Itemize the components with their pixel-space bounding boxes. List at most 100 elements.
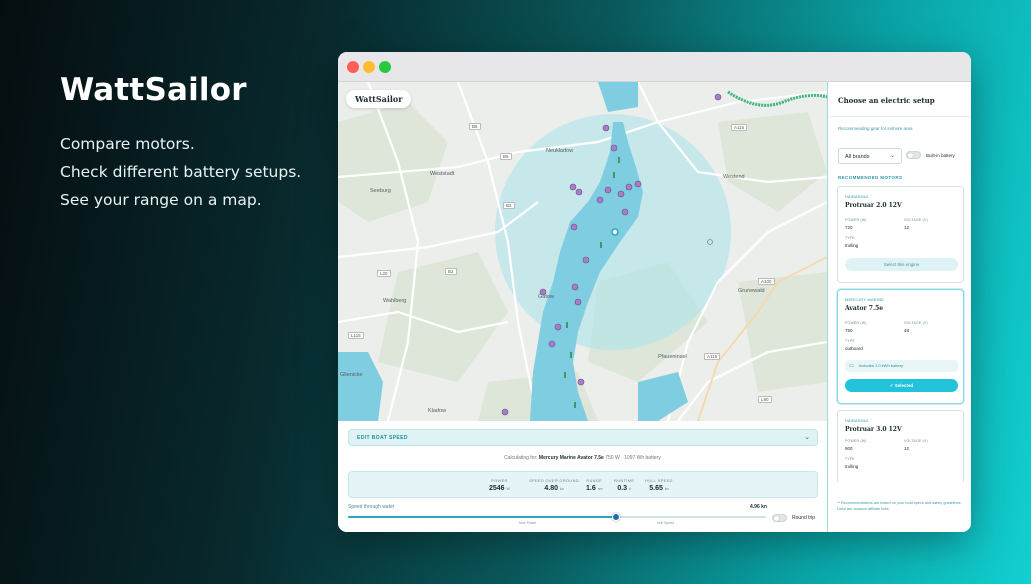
voltage-value: 12 [904,225,910,230]
power-value: 900 [845,446,853,451]
stat-value-wrap: 1.6 nm [586,485,603,492]
stat-range: RANGE 1.6 nm [586,478,603,492]
map-place-label: Pfaueninsel [658,354,687,360]
map-place-label: Neukladow [546,148,574,154]
voltage-label: VOLTAGE (V) [904,321,928,325]
stat-unit: nm [597,487,603,491]
map-place-label: Wahlberg [383,298,407,304]
map-place-label: Glienicke [340,372,363,378]
stat-value-wrap: 2546 W [489,485,510,492]
forest-area [338,102,448,222]
stat-hull-speed: HULL SPEED 5.65 kn [645,478,673,492]
recommended-motors-heading: RECOMMENDED MOTORS [838,175,903,180]
round-trip-label: Round trip [792,515,816,521]
stat-unit: W [506,487,510,491]
map-logo: WattSailor [346,90,412,108]
stat-label: POWER [491,478,508,483]
motor-name: Protruar 3.0 12V [845,426,902,433]
motor-name: Protruar 2.0 12V [845,202,902,209]
road-badge: B2 [445,268,457,275]
stat-value: 0.3 [617,485,628,492]
builtin-battery-label: Built-in battery [926,153,955,158]
speed-slider-handle[interactable] [611,513,620,521]
speed-slider-fill [348,516,616,518]
slider-tick-label: Max Power [519,521,537,525]
speed-controls: EDIT BOAT SPEED ⌄ Calculating for: Mercu… [338,421,827,532]
voltage-label: VOLTAGE (V) [904,439,928,443]
power-value: 720 [845,225,853,230]
motor-card-selected[interactable]: MERCURY MARINE Avator 7.5e POWER (W) VOL… [837,289,964,404]
start-point-marker[interactable] [611,228,619,236]
stat-unit: kn [559,487,564,491]
type-value: trolling [845,243,859,248]
promo-section: WattSailor Compare motors. Check differe… [60,72,330,214]
speed-through-water-label: Speed through water [348,504,395,510]
edit-boat-speed-toggle[interactable]: EDIT BOAT SPEED ⌄ [348,429,818,446]
promo-line-1: Compare motors. [60,135,195,153]
power-value: 750 [845,328,853,333]
power-label: POWER (W) [845,321,867,325]
stat-label: HULL SPEED [645,478,673,483]
motor-card[interactable]: HAIBARING Protruar 2.0 12V POWER (W) VOL… [837,186,964,283]
type-label: TYPE [845,457,855,461]
road-badge: L90 [758,396,772,403]
map-place-label: Seeburg [370,188,391,194]
select-engine-button[interactable]: Select this engine [845,258,958,271]
calc-model: Mercury Marine Avator 7.5e [538,455,604,461]
stat-label: RANGE [586,478,603,483]
round-trip-toggle[interactable] [772,514,787,522]
map-place-label: Weststadt [430,171,455,177]
calculation-summary: Calculating for: Mercury Marine Avator 7… [338,455,827,461]
map-place-label: Gatow [538,294,554,300]
stat-value: 1.6 [586,485,596,492]
stat-value-wrap: 5.65 kn [645,485,673,492]
road-badge: B5 [469,123,481,130]
setup-panel: Choose an electric setup Recommending ge… [827,82,971,532]
road-badge: A115 [704,353,721,360]
close-window-button[interactable] [347,61,359,73]
panel-title: Choose an electric setup [838,96,935,105]
slider-tick-label: Hull Speed [657,521,675,525]
type-label: TYPE [845,236,855,240]
stat-runtime: RUNTIME 0.3 h [614,478,634,492]
stat-value-wrap: 0.3 h [614,485,634,492]
stat-label: SPEED OVER GROUND [529,478,579,483]
range-map[interactable]: WattSailor Seeburg Wahlberg Gatow Glieni… [338,82,827,421]
road-badge: L115 [348,332,364,339]
speed-slider[interactable] [348,513,766,521]
main-area: WattSailor Seeburg Wahlberg Gatow Glieni… [338,82,827,532]
type-value: outboard [845,346,863,351]
selected-button[interactable]: ✓ Selected [845,379,958,392]
minimize-window-button[interactable] [363,61,375,73]
stat-value: 4.80 [544,485,558,492]
window-titlebar [338,52,971,82]
map-place-label: Grunewald [738,288,765,294]
stat-label: RUNTIME [614,478,635,483]
road-badge: B2 [503,202,515,209]
panel-subtitle: Recommending gear for inshore area [838,126,913,131]
stat-value: 2546 [489,485,505,492]
stat-power: POWER 2546 W [489,478,510,492]
motor-card[interactable]: HAIBARING Protruar 3.0 12V POWER (W) VOL… [837,410,964,482]
edit-boat-speed-label: EDIT BOAT SPEED [357,435,408,441]
stat-value-wrap: 4.80 kn [529,485,579,492]
brand-select[interactable]: All brands ⌄ [838,148,902,164]
type-value: trolling [845,464,859,469]
stat-value: 5.65 [649,485,663,492]
speed-through-water-value: 4.96 kn [750,504,767,510]
power-label: POWER (W) [845,218,867,222]
road-badge: L20 [377,270,391,277]
builtin-battery-toggle[interactable] [906,151,921,159]
recommendation-footnote: ** Recommendations are based on your boa… [837,501,962,511]
voltage-label: VOLTAGE (V) [904,218,928,222]
stat-unit: kn [664,487,669,491]
map-canvas[interactable] [338,82,827,421]
chevron-down-icon: ⌄ [804,434,810,441]
app-window: WattSailor Seeburg Wahlberg Gatow Glieni… [338,52,971,532]
maximize-window-button[interactable] [379,61,391,73]
stats-panel: POWER 2546 W SPEED OVER GROUND 4.80 kn R… [348,471,818,498]
forest-area [378,252,508,382]
stat-unit: h [629,487,631,491]
motor-brand: MERCURY MARINE [845,298,885,302]
panel-divider [828,116,971,117]
